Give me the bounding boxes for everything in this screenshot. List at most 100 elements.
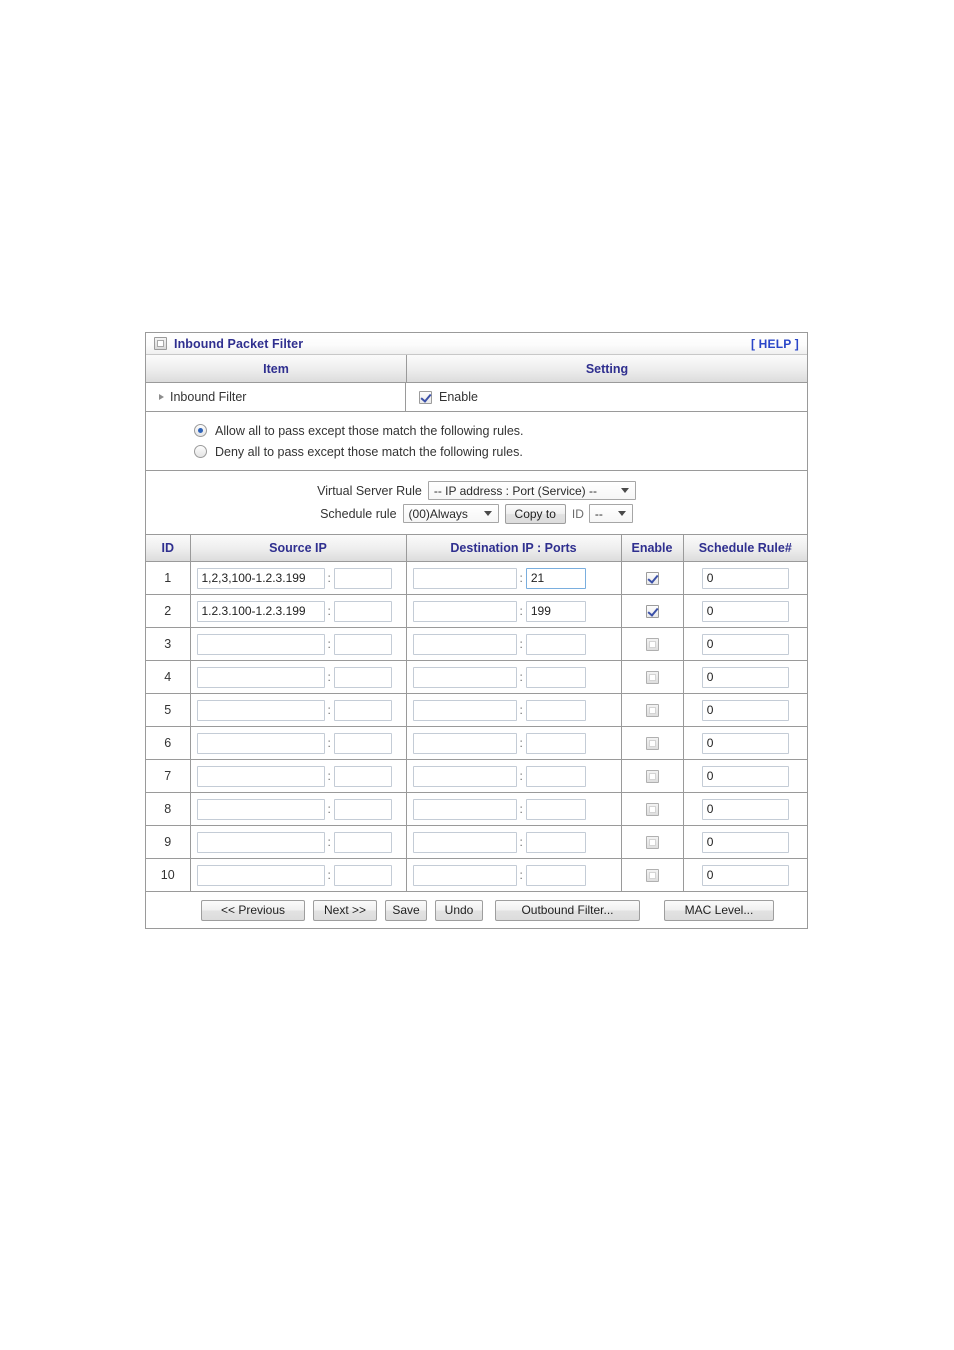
inbound-filter-value-cell: Enable bbox=[406, 383, 807, 411]
policy-allow-row[interactable]: Allow all to pass except those match the… bbox=[146, 420, 807, 441]
destination-port-input[interactable] bbox=[525, 699, 586, 721]
schedule-rule-input[interactable]: 0 bbox=[701, 765, 789, 787]
destination-ip-input[interactable] bbox=[412, 732, 517, 754]
destination-port-input[interactable] bbox=[525, 864, 586, 886]
destination-port-input[interactable] bbox=[525, 633, 586, 655]
destination-ip-input[interactable] bbox=[412, 798, 517, 820]
destination-port-input[interactable]: 21 bbox=[525, 567, 586, 589]
source-port-input[interactable] bbox=[333, 666, 392, 688]
source-ip-input[interactable]: 1.2.3.100-1.2.3.199 bbox=[196, 600, 325, 622]
help-link[interactable]: [ HELP ] bbox=[751, 337, 799, 351]
rule-selector-block: Virtual Server Rule -- IP address : Port… bbox=[146, 471, 807, 535]
source-ip-input[interactable] bbox=[196, 699, 325, 721]
schedule-rule-input[interactable]: 0 bbox=[701, 633, 789, 655]
source-port-input[interactable] bbox=[333, 699, 392, 721]
row-id-cell: 5 bbox=[146, 693, 191, 727]
copy-to-id-select[interactable]: -- bbox=[588, 504, 633, 523]
colon-separator: : bbox=[519, 802, 523, 816]
previous-button[interactable]: << Previous bbox=[201, 899, 305, 921]
schedule-rule-input[interactable]: 0 bbox=[701, 567, 789, 589]
schedule-rule-input[interactable]: 0 bbox=[701, 666, 789, 688]
inbound-filter-enable-checkbox[interactable] bbox=[419, 390, 432, 404]
schedule-rule-input[interactable]: 0 bbox=[701, 798, 789, 820]
source-port-input[interactable] bbox=[333, 567, 392, 589]
source-port-input[interactable] bbox=[333, 732, 392, 754]
destination-ip-input[interactable] bbox=[412, 633, 517, 655]
destination-ip-input[interactable] bbox=[412, 864, 517, 886]
row-id-cell: 10 bbox=[146, 858, 191, 892]
source-port-input[interactable] bbox=[333, 798, 392, 820]
destination-ip-input[interactable] bbox=[412, 831, 517, 853]
source-ip-input[interactable] bbox=[196, 798, 325, 820]
schedule-rule-input[interactable]: 0 bbox=[701, 732, 789, 754]
destination-ip-input[interactable] bbox=[412, 666, 517, 688]
source-ip-input[interactable] bbox=[196, 831, 325, 853]
next-button[interactable]: Next >> bbox=[313, 899, 377, 921]
colon-separator: : bbox=[519, 868, 523, 882]
source-port-input[interactable] bbox=[333, 600, 392, 622]
destination-port-input[interactable] bbox=[525, 765, 586, 787]
destination-ip-input[interactable] bbox=[412, 567, 517, 589]
rule-enable-checkbox[interactable] bbox=[645, 637, 659, 651]
rule-enable-checkbox[interactable] bbox=[645, 802, 659, 816]
enable-wrap bbox=[622, 727, 683, 759]
rule-enable-checkbox[interactable] bbox=[645, 571, 659, 585]
colon-separator: : bbox=[327, 637, 331, 651]
colon-separator: : bbox=[327, 703, 331, 717]
colon-separator: : bbox=[519, 571, 523, 585]
policy-allow-radio[interactable] bbox=[194, 424, 207, 437]
source-ip-input[interactable] bbox=[196, 732, 325, 754]
rule-enable-checkbox[interactable] bbox=[645, 868, 659, 882]
destination-ip-input[interactable] bbox=[412, 600, 517, 622]
policy-deny-row[interactable]: Deny all to pass except those match the … bbox=[146, 441, 807, 462]
rule-enable-checkbox[interactable] bbox=[645, 670, 659, 684]
schedule-rule-wrap: 0 bbox=[684, 826, 808, 858]
outbound-filter-button[interactable]: Outbound Filter... bbox=[495, 899, 640, 921]
rule-enable-checkbox[interactable] bbox=[645, 769, 659, 783]
schedule-rule-input[interactable]: 0 bbox=[701, 699, 789, 721]
mac-level-button[interactable]: MAC Level... bbox=[664, 899, 774, 921]
schedule-rule-input[interactable]: 0 bbox=[701, 831, 789, 853]
destination-port-input[interactable]: 199 bbox=[525, 600, 586, 622]
rule-enable-checkbox[interactable] bbox=[645, 703, 659, 717]
source-ip-input[interactable] bbox=[196, 633, 325, 655]
schedule-rule-select[interactable]: (00)Always bbox=[402, 504, 499, 523]
source-port-input[interactable] bbox=[333, 765, 392, 787]
source-port-input[interactable] bbox=[333, 633, 392, 655]
colon-separator: : bbox=[519, 670, 523, 684]
rule-enable-checkbox[interactable] bbox=[645, 604, 659, 618]
row-id-cell: 2 bbox=[146, 594, 191, 628]
source-ip-input[interactable] bbox=[196, 765, 325, 787]
source-port-input[interactable] bbox=[333, 864, 392, 886]
rules-table-header-row: ID Source IP Destination IP : Ports Enab… bbox=[146, 535, 807, 562]
virtual-server-rule-select[interactable]: -- IP address : Port (Service) -- bbox=[427, 481, 636, 500]
save-button[interactable]: Save bbox=[385, 899, 427, 921]
policy-deny-radio[interactable] bbox=[194, 445, 207, 458]
source-ip-cell: : bbox=[190, 759, 407, 793]
destination-port-input[interactable] bbox=[525, 666, 586, 688]
virtual-server-rule-label: Virtual Server Rule bbox=[317, 483, 422, 498]
source-ip-pair: : bbox=[191, 859, 406, 891]
destination-ip-input[interactable] bbox=[412, 699, 517, 721]
destination-ip-input[interactable] bbox=[412, 765, 517, 787]
undo-button[interactable]: Undo bbox=[435, 899, 483, 921]
destination-port-input[interactable] bbox=[525, 798, 586, 820]
destination-ip-cell: : bbox=[406, 858, 622, 892]
schedule-rule-input[interactable]: 0 bbox=[701, 864, 789, 886]
row-id-cell: 4 bbox=[146, 660, 191, 694]
schedule-rule-cell: 0 bbox=[683, 693, 807, 727]
table-row: 5:: 0 bbox=[146, 693, 807, 727]
schedule-rule-row: Schedule rule (00)Always Copy to ID -- bbox=[146, 502, 807, 525]
source-ip-input[interactable]: 1,2,3,100-1.2.3.199 bbox=[196, 567, 325, 589]
source-port-input[interactable] bbox=[333, 831, 392, 853]
rule-enable-checkbox[interactable] bbox=[645, 736, 659, 750]
source-ip-input[interactable] bbox=[196, 864, 325, 886]
source-ip-input[interactable] bbox=[196, 666, 325, 688]
copy-to-button[interactable]: Copy to bbox=[504, 503, 566, 524]
destination-port-input[interactable] bbox=[525, 732, 586, 754]
source-ip-pair: : bbox=[191, 727, 406, 759]
rule-enable-checkbox[interactable] bbox=[645, 835, 659, 849]
destination-port-input[interactable] bbox=[525, 831, 586, 853]
schedule-rule-input[interactable]: 0 bbox=[701, 600, 789, 622]
enable-wrap bbox=[622, 859, 683, 891]
